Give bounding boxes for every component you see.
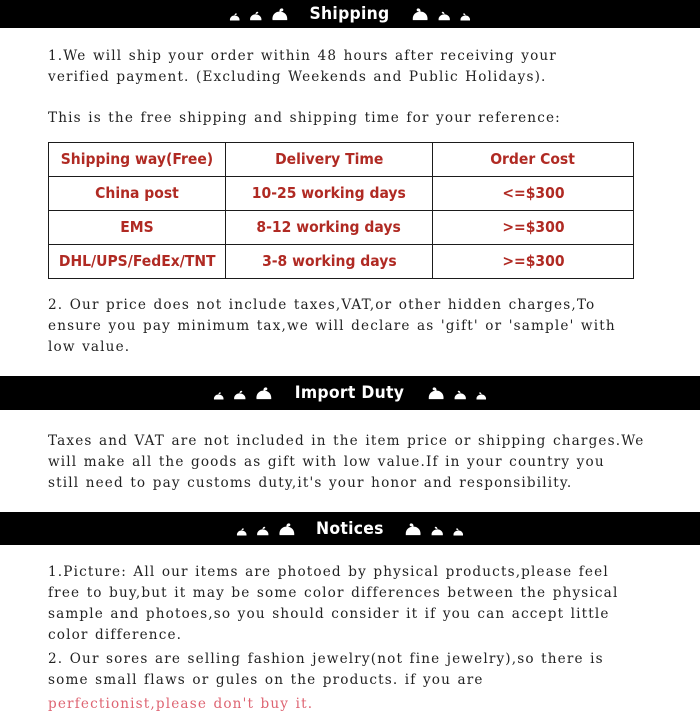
table-header-cell: Order Cost bbox=[432, 142, 634, 177]
shipping-paragraph-2: This is the free shipping and shipping t… bbox=[48, 110, 561, 126]
banner-title: Notices bbox=[316, 518, 384, 539]
shipping-paragraph-1: 1.We will ship your order within 48 hour… bbox=[48, 48, 557, 85]
snail-icon bbox=[278, 522, 295, 536]
banner-inner-import-duty: Import Duty bbox=[213, 383, 486, 403]
snail-icon bbox=[256, 525, 269, 536]
snail-icon bbox=[476, 391, 487, 400]
notices-paragraph-2: 2. Our sores are selling fashion jewelry… bbox=[48, 651, 604, 688]
table-cell-order-cost: <=$300 bbox=[432, 176, 634, 211]
table-cell-delivery-time: 10-25 working days bbox=[225, 176, 433, 211]
table-cell-value: <=$300 bbox=[501, 184, 565, 202]
shipping-rates-table: Shipping way(Free) Delivery Time Order C… bbox=[48, 142, 634, 279]
table-cell-value: >=$300 bbox=[501, 252, 565, 270]
banner-decor-left-import-duty bbox=[213, 386, 272, 400]
banner-inner-shipping: Shipping bbox=[229, 4, 470, 24]
table-cell-value: EMS bbox=[120, 218, 154, 236]
table-header-label: Order Cost bbox=[490, 150, 576, 168]
table-cell-shipping-way: China post bbox=[48, 176, 226, 211]
snail-icon bbox=[249, 10, 262, 21]
snail-icon bbox=[453, 527, 464, 536]
notices-content: 1.Picture: All our items are photoed by … bbox=[0, 562, 700, 715]
table-header-cell: Delivery Time bbox=[225, 142, 433, 177]
table-header-row: Shipping way(Free) Delivery Time Order C… bbox=[48, 142, 634, 177]
snail-icon bbox=[213, 391, 224, 400]
table-cell-order-cost: >=$300 bbox=[432, 244, 634, 279]
snail-icon bbox=[428, 386, 445, 400]
shipping-paragraph-3: 2. Our price does not include taxes,VAT,… bbox=[48, 297, 616, 355]
snail-icon bbox=[405, 522, 422, 536]
section-banner-import-duty: Import Duty bbox=[0, 376, 700, 410]
table-cell-order-cost: >=$300 bbox=[432, 210, 634, 245]
table-cell-delivery-time: 3-8 working days bbox=[225, 244, 433, 279]
banner-decor-right-notices bbox=[405, 522, 464, 536]
banner-decor-left-shipping bbox=[229, 7, 288, 21]
table-cell-value: 8-12 working days bbox=[256, 218, 402, 236]
table-cell-shipping-way: EMS bbox=[48, 210, 226, 245]
import-duty-paragraph-1: Taxes and VAT are not included in the it… bbox=[48, 433, 645, 491]
table-cell-value: 3-8 working days bbox=[261, 252, 397, 270]
banner-inner-notices: Notices bbox=[236, 519, 464, 539]
banner-decor-right-shipping bbox=[412, 7, 471, 21]
table-cell-value: 10-25 working days bbox=[251, 184, 407, 202]
table-cell-value: >=$300 bbox=[501, 218, 565, 236]
snail-icon bbox=[271, 7, 288, 21]
table-header-label: Delivery Time bbox=[274, 150, 384, 168]
snail-icon bbox=[255, 386, 272, 400]
table-cell-value: DHL/UPS/FedEx/TNT bbox=[58, 252, 216, 270]
table-cell-delivery-time: 8-12 working days bbox=[225, 210, 433, 245]
snail-icon bbox=[460, 12, 471, 21]
snail-icon bbox=[229, 12, 240, 21]
table-header-label: Shipping way(Free) bbox=[60, 150, 214, 168]
shipping-policy-page: Shipping 1.We will ship your order withi… bbox=[0, 0, 700, 712]
banner-decor-left-notices bbox=[236, 522, 295, 536]
table-row: DHL/UPS/FedEx/TNT 3-8 working days >=$30… bbox=[48, 244, 634, 279]
table-cell-value: China post bbox=[95, 184, 179, 202]
snail-icon bbox=[412, 7, 429, 21]
banner-decor-right-import-duty bbox=[428, 386, 487, 400]
notices-paragraph-1: 1.Picture: All our items are photoed by … bbox=[48, 564, 619, 643]
shipping-content: 1.We will ship your order within 48 hour… bbox=[0, 46, 700, 358]
snail-icon bbox=[236, 527, 247, 536]
notices-warning-text: perfectionist,please don't buy it. bbox=[48, 696, 314, 712]
snail-icon bbox=[454, 389, 467, 400]
section-banner-notices: Notices bbox=[0, 512, 700, 545]
banner-title: Import Duty bbox=[295, 383, 405, 403]
snail-icon bbox=[233, 389, 246, 400]
table-cell-shipping-way: DHL/UPS/FedEx/TNT bbox=[48, 244, 226, 279]
section-banner-shipping: Shipping bbox=[0, 0, 700, 28]
snail-icon bbox=[431, 525, 444, 536]
banner-title: Shipping bbox=[309, 4, 391, 24]
import-duty-content: Taxes and VAT are not included in the it… bbox=[0, 431, 700, 494]
snail-icon bbox=[438, 10, 451, 21]
table-row: China post 10-25 working days <=$300 bbox=[48, 176, 634, 211]
table-header-cell: Shipping way(Free) bbox=[48, 142, 226, 177]
table-row: EMS 8-12 working days >=$300 bbox=[48, 210, 634, 245]
